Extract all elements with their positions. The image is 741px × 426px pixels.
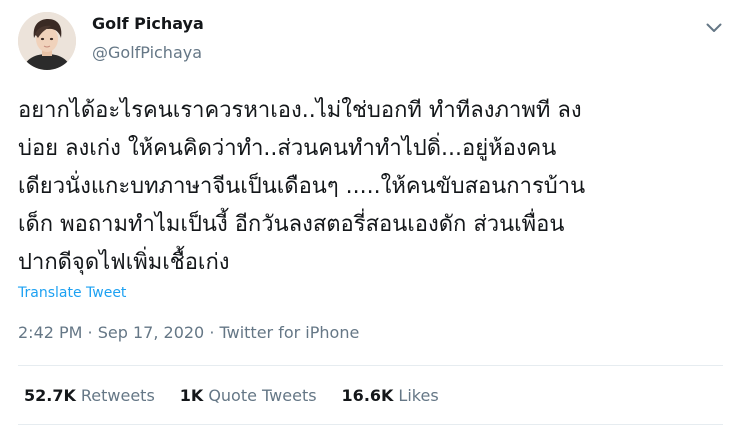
user-handle[interactable]: @GolfPichaya	[92, 43, 202, 62]
likes-count: 16.6K	[341, 386, 394, 405]
meta-separator: ·	[204, 323, 220, 342]
retweets-label: Retweets	[80, 386, 155, 405]
divider	[18, 365, 723, 366]
quote-tweets-label: Quote Tweets	[208, 386, 317, 405]
retweets-stat[interactable]: 52.7K Retweets	[24, 386, 155, 405]
likes-label: Likes	[398, 386, 439, 405]
tweet-time[interactable]: 2:42 PM	[18, 323, 82, 342]
meta-separator: ·	[82, 323, 98, 342]
avatar-image	[18, 12, 76, 70]
avatar[interactable]	[18, 12, 76, 70]
tweet-card: Golf Pichaya @GolfPichaya อยากได้อะไรคนเ…	[0, 0, 741, 426]
tweet-date[interactable]: Sep 17, 2020	[98, 323, 205, 342]
display-name[interactable]: Golf Pichaya	[92, 14, 204, 33]
divider	[18, 424, 723, 425]
quote-tweets-count: 1K	[179, 386, 204, 405]
tweet-text: อยากได้อะไรคนเราควรหาเอง..ไม่ใช่บอกที ทำ…	[18, 98, 586, 275]
chevron-down-icon[interactable]	[700, 14, 728, 42]
quote-tweets-stat[interactable]: 1K Quote Tweets	[180, 386, 317, 405]
retweets-count: 52.7K	[24, 386, 76, 405]
likes-stat[interactable]: 16.6K Likes	[342, 386, 439, 405]
tweet-source[interactable]: Twitter for iPhone	[220, 323, 360, 342]
tweet-metadata: 2:42 PM · Sep 17, 2020 · Twitter for iPh…	[18, 323, 359, 342]
tweet-stats: 52.7K Retweets 1K Quote Tweets 16.6K Lik…	[24, 386, 464, 405]
translate-tweet-link[interactable]: Translate Tweet	[18, 285, 126, 301]
